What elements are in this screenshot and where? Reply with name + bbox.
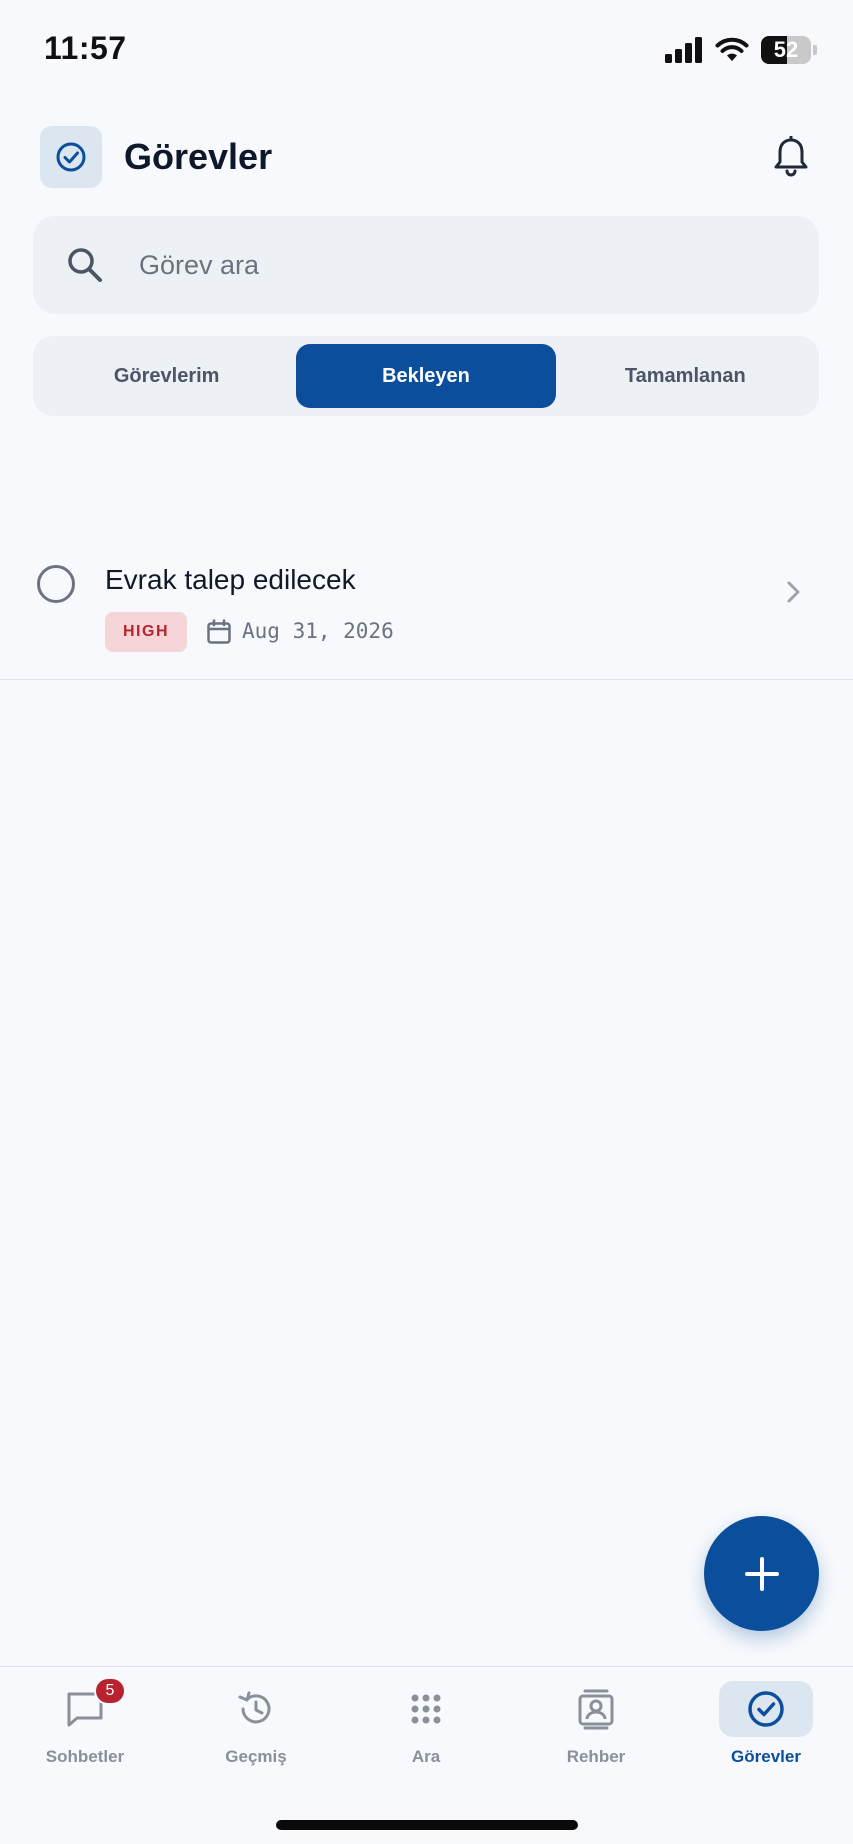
add-task-button[interactable] — [704, 1516, 819, 1631]
plus-icon — [744, 1556, 779, 1591]
check-circle-icon — [40, 126, 102, 188]
contacts-icon — [578, 1689, 614, 1730]
check-circle-icon — [748, 1691, 784, 1727]
battery-level: 52 — [773, 37, 799, 62]
search-icon — [63, 243, 107, 287]
task-row[interactable]: Evrak talep edilecek HIGH Aug 31, 2026 — [0, 540, 853, 680]
nav-label: Ara — [411, 1747, 441, 1766]
battery-icon: 52 — [761, 36, 811, 64]
tab-gorevlerim[interactable]: Görevlerim — [37, 344, 296, 408]
task-due-date: Aug 31, 2026 — [242, 619, 394, 643]
chevron-right-icon — [787, 581, 800, 603]
unread-badge: 5 — [94, 1677, 126, 1705]
history-icon — [238, 1691, 271, 1724]
header: Görevler — [40, 126, 813, 188]
nav-item-sohbetler[interactable]: 5 Sohbetler — [10, 1677, 160, 1781]
bell-icon[interactable] — [769, 135, 813, 179]
search-input[interactable] — [139, 249, 739, 281]
priority-badge: HIGH — [105, 612, 187, 652]
nav-label: Görevler — [731, 1747, 801, 1766]
nav-item-ara[interactable]: Ara — [351, 1681, 501, 1781]
task-title: Evrak talep edilecek — [105, 564, 356, 595]
signal-icon — [665, 37, 702, 63]
page-title: Görevler — [124, 136, 273, 177]
tab-bar: Görevlerim Bekleyen Tamamlanan — [33, 336, 819, 416]
nav-label: Rehber — [566, 1747, 626, 1766]
home-indicator — [276, 1820, 578, 1830]
calendar-icon — [207, 619, 231, 644]
tab-tamamlanan[interactable]: Tamamlanan — [556, 344, 815, 408]
dialpad-icon — [411, 1694, 441, 1724]
nav-item-gecmis[interactable]: Geçmiş — [181, 1681, 331, 1781]
status-bar: 11:57 52 — [0, 0, 853, 100]
status-icons: 52 — [665, 36, 817, 64]
bottom-nav: 5 Sohbetler Geçmiş Ara Rehber Görevler — [0, 1666, 853, 1844]
nav-item-gorevler[interactable]: Görevler — [691, 1681, 841, 1781]
task-complete-checkbox[interactable] — [37, 565, 75, 603]
status-time: 11:57 — [44, 30, 127, 66]
nav-item-rehber[interactable]: Rehber — [521, 1681, 671, 1781]
wifi-icon — [715, 37, 749, 61]
tab-bekleyen[interactable]: Bekleyen — [296, 344, 556, 408]
nav-label: Sohbetler — [45, 1747, 125, 1766]
search-bar — [33, 216, 819, 314]
nav-label: Geçmiş — [225, 1747, 287, 1766]
